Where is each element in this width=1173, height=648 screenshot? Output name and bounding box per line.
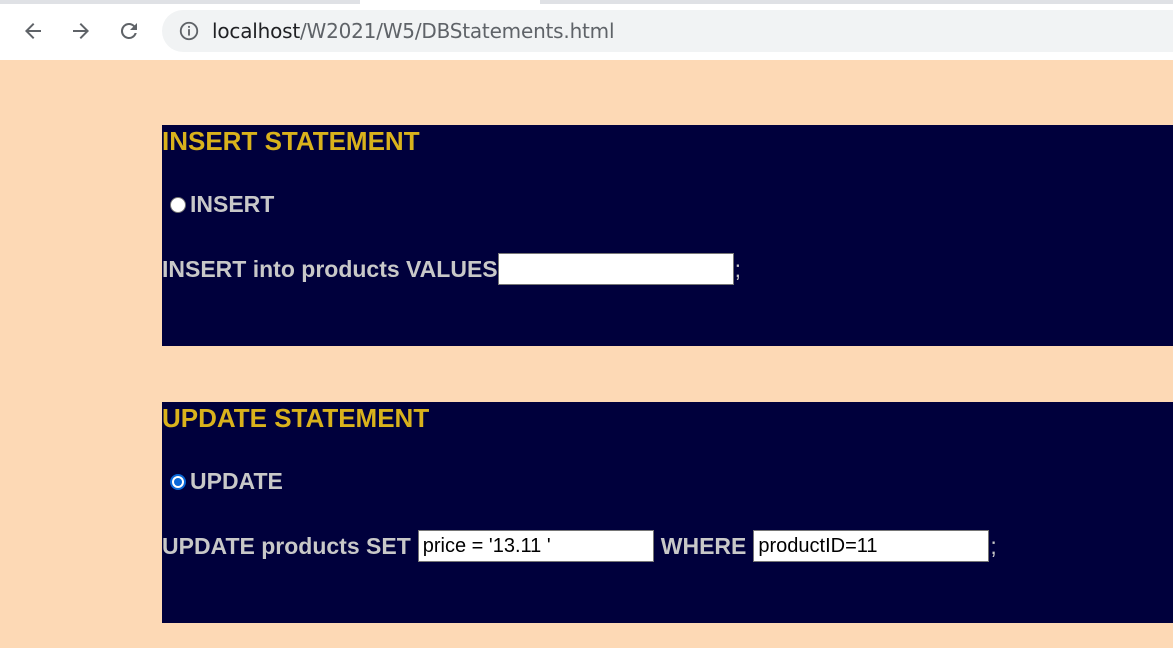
arrow-right-icon <box>73 23 89 39</box>
browser-toolbar: localhost/W2021/W5/DBStatements.html <box>0 0 1173 61</box>
reload-button[interactable] <box>112 14 146 48</box>
update-heading: UPDATE STATEMENT <box>162 403 430 433</box>
update-radio-row[interactable]: UPDATE <box>170 468 283 495</box>
insert-prefix-label: INSERT into products VALUES <box>162 255 498 282</box>
tab-edge-right <box>540 0 1173 4</box>
update-radio[interactable] <box>170 473 186 490</box>
update-prefix-label: UPDATE products SET <box>162 532 411 559</box>
back-button[interactable] <box>16 14 50 48</box>
insert-heading: INSERT STATEMENT <box>162 126 420 156</box>
tab-edge <box>0 0 360 4</box>
update-where-input[interactable] <box>753 530 990 562</box>
insert-terminator: ; <box>734 255 742 282</box>
update-panel: UPDATE STATEMENT UPDATE UPDATE products … <box>162 402 1173 623</box>
insert-statement-row: INSERT into products VALUES ; <box>162 253 741 285</box>
insert-radio-row[interactable]: INSERT <box>170 191 274 218</box>
insert-radio-label: INSERT <box>190 191 275 217</box>
url-host: localhost <box>212 19 300 43</box>
info-icon[interactable] <box>178 20 200 42</box>
page-content: INSERT STATEMENT INSERT INSERT into prod… <box>0 60 1173 648</box>
address-bar[interactable]: localhost/W2021/W5/DBStatements.html <box>162 10 1173 52</box>
arrow-left-icon <box>25 23 41 39</box>
update-statement-row: UPDATE products SET WHERE ; <box>162 530 997 562</box>
insert-values-input[interactable] <box>497 253 734 285</box>
reload-icon <box>120 22 137 39</box>
update-terminator: ; <box>990 532 997 559</box>
url-path: /W2021/W5/DBStatements.html <box>299 19 615 43</box>
update-where-label: WHERE <box>660 532 747 559</box>
insert-panel: INSERT STATEMENT INSERT INSERT into prod… <box>162 125 1173 346</box>
forward-button[interactable] <box>64 14 98 48</box>
insert-radio[interactable] <box>170 196 186 213</box>
url-text: localhost/W2021/W5/DBStatements.html <box>212 19 615 43</box>
update-radio-label: UPDATE <box>190 468 283 494</box>
update-set-input[interactable] <box>417 530 654 562</box>
